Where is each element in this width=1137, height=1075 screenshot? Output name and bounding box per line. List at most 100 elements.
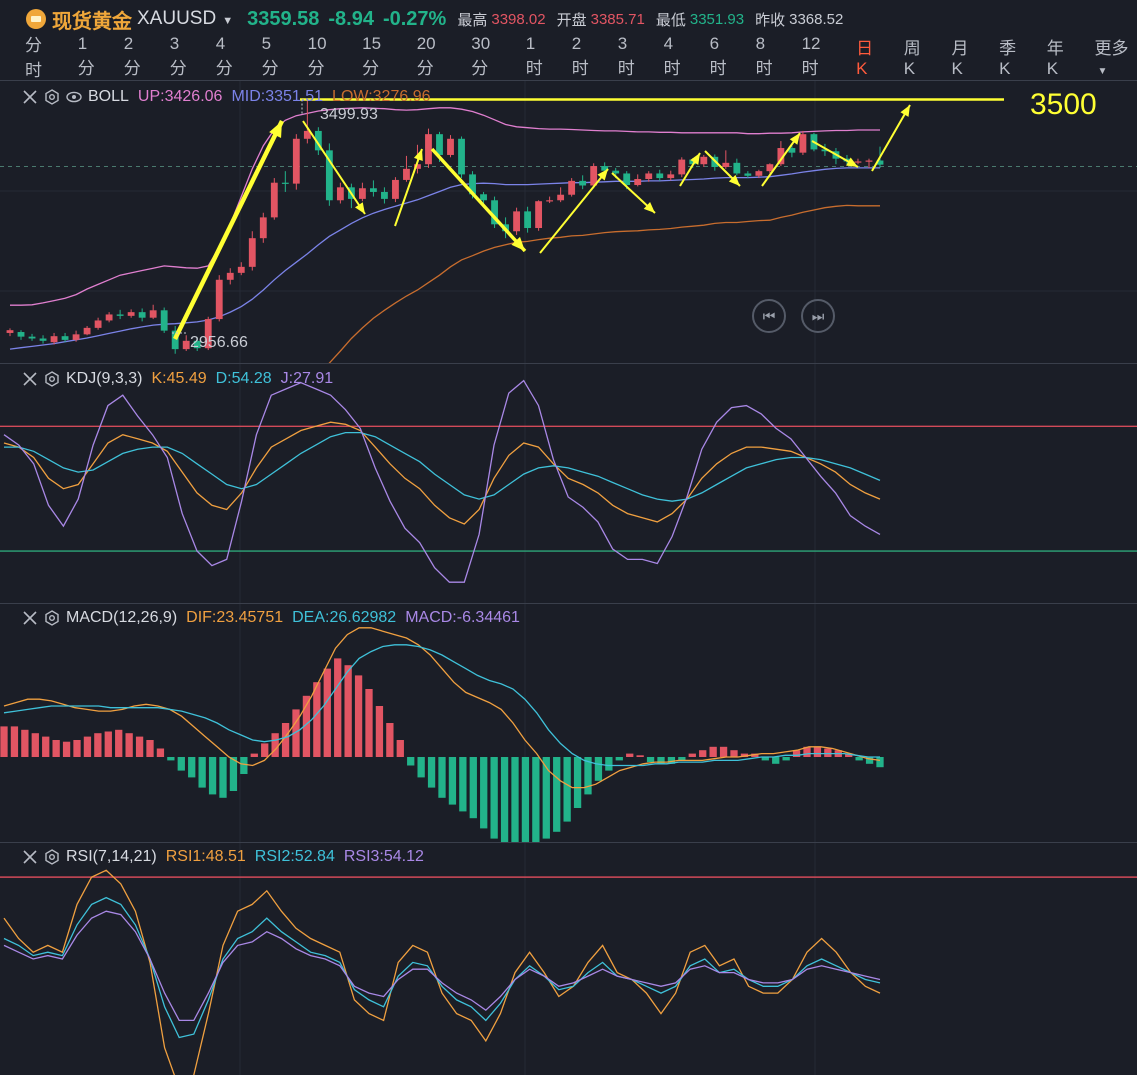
kdj-pane: KDJ(9,3,3) K:45.49 D:54.28 J:27.91 (0, 363, 1137, 603)
kdj-k-value: K:45.49 (151, 370, 207, 387)
kdj-j-line (3, 379, 881, 583)
close-icon[interactable] (22, 849, 38, 865)
close-icon[interactable] (22, 371, 38, 387)
chevron-down-icon[interactable]: ▼ (222, 15, 233, 27)
kdj-name: KDJ(9,3,3) (66, 370, 143, 387)
tab-19[interactable]: 月K (951, 34, 977, 79)
tab-11[interactable]: 2时 (572, 34, 596, 79)
rsi2-line (3, 896, 881, 1039)
macd-bar (772, 757, 780, 764)
candle-body (215, 279, 223, 320)
macd-bar (490, 757, 498, 839)
tab-8[interactable]: 20分 (417, 34, 450, 79)
tab-20[interactable]: 季K (999, 34, 1025, 79)
rsi-pane: RSI(7,14,21) RSI1:48.51 RSI2:52.84 RSI3:… (0, 842, 1137, 1075)
price-chart[interactable]: 3499.93 2956.66 3500 (0, 81, 1137, 363)
gear-icon[interactable] (44, 371, 60, 387)
kdj-d-line (4, 431, 881, 502)
tab-21[interactable]: 年K (1047, 34, 1073, 79)
min-price-label: 2956.66 (190, 334, 248, 351)
macd-bar (52, 740, 60, 757)
macd-bar (354, 675, 363, 757)
macd-bar (42, 736, 50, 757)
macd-value: MACD:-6.34461 (405, 609, 520, 626)
candle-body (700, 156, 708, 165)
candle-body (28, 336, 36, 339)
eye-icon[interactable] (66, 89, 82, 105)
instrument-symbol[interactable]: XAUUSD (137, 8, 216, 30)
tab-13[interactable]: 4时 (664, 34, 688, 79)
gear-icon[interactable] (44, 849, 60, 865)
macd-bar (323, 668, 331, 757)
macd-bar (261, 743, 269, 757)
macd-bar (104, 731, 112, 757)
tab-12[interactable]: 3时 (618, 34, 642, 79)
macd-bar (188, 757, 196, 778)
candle-body (513, 211, 520, 232)
trend-arrowhead (354, 202, 365, 214)
chevron-down-icon[interactable]: ▼ (1097, 66, 1107, 77)
macd-bar (375, 706, 384, 757)
trend-arrow (430, 147, 527, 253)
macd-chart[interactable] (0, 604, 1137, 842)
macd-dea-value: DEA:26.62982 (292, 609, 397, 626)
price-change-pct: -0.27% (382, 7, 447, 30)
candle-body (226, 272, 234, 280)
tab-10[interactable]: 1时 (526, 34, 550, 79)
candle-body (722, 162, 730, 167)
tab-7[interactable]: 15分 (362, 34, 395, 79)
prev-icon[interactable]: ⏮ (752, 299, 786, 333)
tab-18[interactable]: 周K (904, 34, 930, 79)
tab-17[interactable]: 日K (856, 34, 882, 79)
macd-bar (563, 757, 571, 822)
macd-bar (876, 757, 884, 768)
candle-body (237, 266, 245, 273)
macd-bar (219, 757, 227, 798)
candle-body (259, 217, 267, 239)
candle-body (656, 173, 664, 179)
price-change: -8.94 (328, 7, 374, 30)
tab-0[interactable]: 分时 (25, 31, 56, 81)
tab-4[interactable]: 4分 (216, 34, 240, 79)
macd-bar (521, 757, 530, 842)
tab-6[interactable]: 10分 (308, 34, 341, 79)
candle-body (39, 338, 47, 341)
macd-bar (73, 740, 81, 757)
rsi-legend: RSI(7,14,21) RSI1:48.51 RSI2:52.84 RSI3:… (22, 848, 433, 866)
rsi-chart[interactable] (0, 843, 1137, 1075)
macd-bar (824, 748, 832, 757)
macd-bar (553, 757, 561, 832)
rsi3-value: RSI3:54.12 (343, 848, 424, 865)
tab-16[interactable]: 12时 (802, 34, 835, 79)
macd-bar (146, 740, 154, 757)
macd-bar (125, 733, 133, 757)
macd-bar (156, 748, 165, 757)
tab-3[interactable]: 3分 (170, 34, 194, 79)
candle-body (292, 138, 300, 184)
tab-9[interactable]: 30分 (471, 34, 504, 79)
macd-bar (94, 733, 102, 757)
macd-bar (427, 757, 436, 788)
kdj-chart[interactable] (0, 364, 1137, 603)
gear-icon[interactable] (44, 610, 60, 626)
close-icon[interactable] (22, 89, 38, 105)
tab-5[interactable]: 5分 (262, 34, 286, 79)
tab-15[interactable]: 8时 (756, 34, 780, 79)
close-icon[interactable] (22, 610, 38, 626)
trend-arrowhead (413, 149, 423, 161)
tab-1[interactable]: 1分 (78, 34, 102, 79)
tab-2[interactable]: 2分 (124, 34, 148, 79)
macd-bar (31, 733, 39, 757)
macd-bar (198, 757, 206, 788)
candle-body (854, 161, 862, 163)
candle-body (733, 162, 741, 174)
tab-14[interactable]: 6时 (710, 34, 734, 79)
next-icon[interactable]: ⏭ (801, 299, 835, 333)
gear-icon[interactable] (44, 89, 60, 105)
candle-body (248, 238, 256, 267)
candle-body (524, 211, 532, 229)
prev-close-label: 昨收 (755, 11, 786, 29)
tab-22[interactable]: 更多▼ (1094, 34, 1136, 79)
candle-body (799, 134, 807, 153)
macd-bar (730, 750, 738, 757)
